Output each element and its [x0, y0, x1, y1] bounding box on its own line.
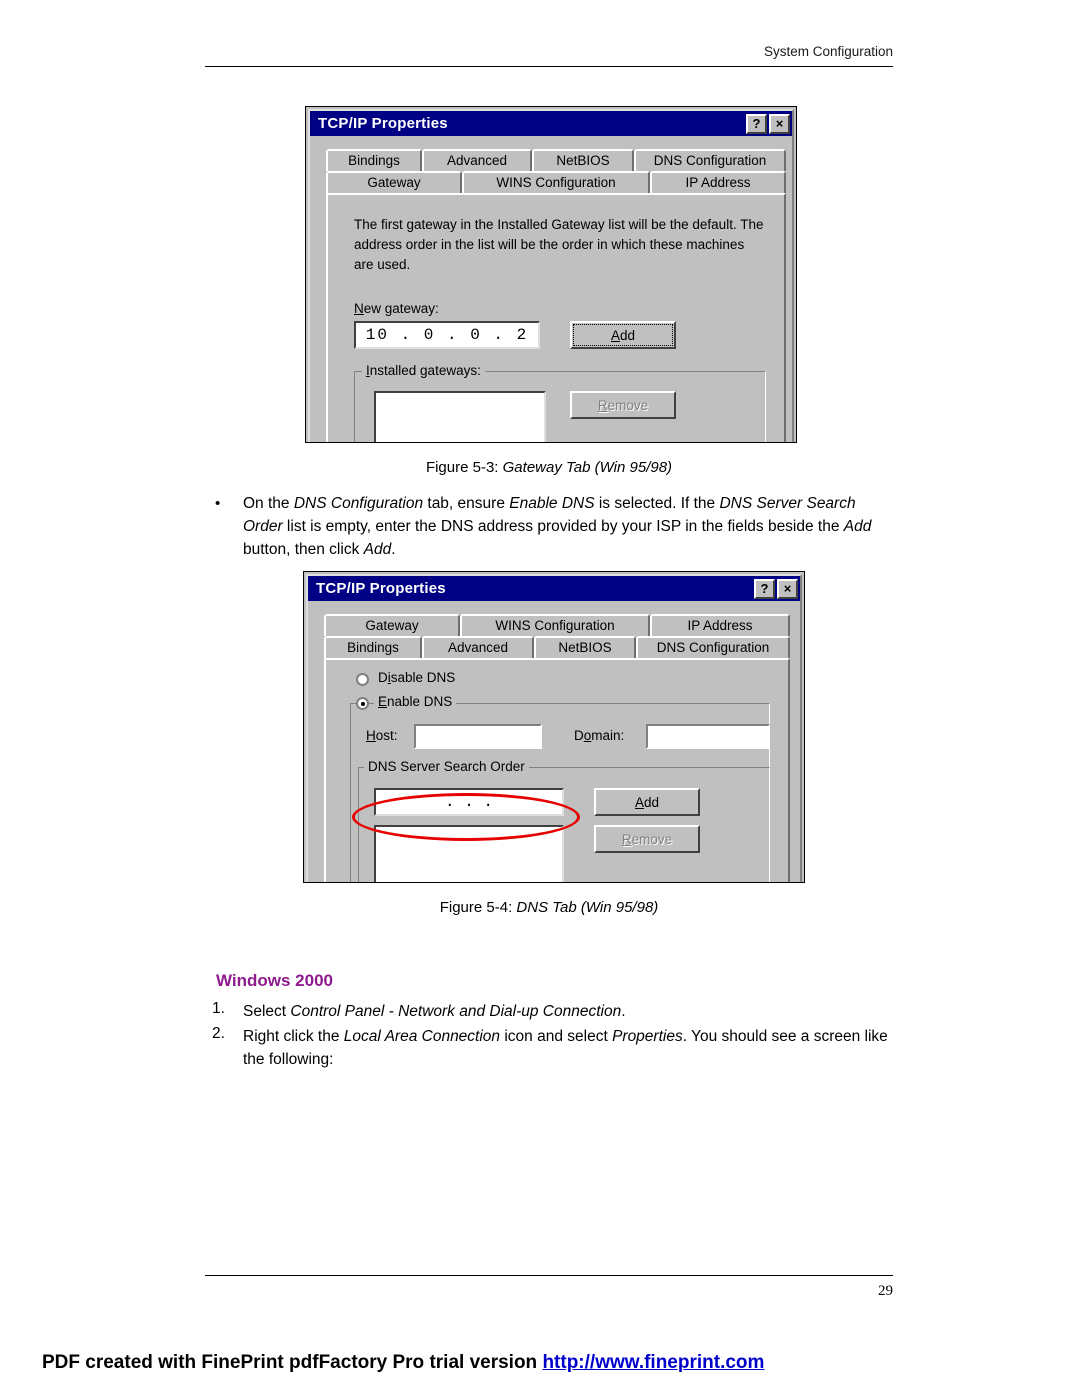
help-icon[interactable]: ?	[746, 113, 767, 134]
step-2-marker: 2.	[212, 1025, 225, 1042]
figure-2-caption-title: DNS Tab (Win 95/98)	[516, 899, 659, 916]
help-icon[interactable]: ?	[754, 578, 775, 599]
tab-dns-configuration[interactable]: DNS Configuration	[634, 149, 786, 171]
remove-dns-button[interactable]: Remove	[594, 825, 700, 853]
enable-dns-label: Enable DNS	[374, 694, 457, 709]
page-header-title: System Configuration	[763, 44, 893, 59]
figure-1-caption: Figure 5-3: Gateway Tab (Win 95/98)	[205, 459, 893, 476]
add-dns-button[interactable]: Add	[594, 788, 700, 816]
dialog-titlebar[interactable]: TCP/IP Properties ? ×	[310, 111, 792, 136]
footer-divider	[205, 1275, 893, 1276]
disable-dns-label: Disable DNS	[378, 670, 456, 685]
tcpip-properties-gateway-dialog: TCP/IP Properties ? × Bindings Advanced …	[305, 106, 797, 443]
new-gateway-input[interactable]: 10 . 0 . 0 . 2	[354, 321, 540, 349]
dns-search-order-label: DNS Server Search Order	[364, 759, 529, 774]
new-gateway-label: New gateway:	[354, 301, 439, 316]
page-number: 29	[878, 1283, 893, 1299]
domain-label: Domain:	[574, 728, 625, 743]
tab-wins-configuration[interactable]: WINS Configuration	[460, 614, 650, 636]
tab-bindings[interactable]: Bindings	[324, 636, 422, 658]
tab-wins-configuration[interactable]: WINS Configuration	[462, 171, 650, 193]
tab-gateway[interactable]: Gateway	[324, 614, 460, 636]
dialog-title: TCP/IP Properties	[316, 580, 446, 597]
dns-configuration-tab-panel: Disable DNS Enable DNS Host: Domain: DNS…	[324, 658, 790, 882]
fineprint-url-link[interactable]: http://www.fineprint.com	[542, 1352, 764, 1373]
enable-dns-radio[interactable]	[356, 697, 369, 710]
close-icon[interactable]: ×	[769, 113, 790, 134]
tab-advanced[interactable]: Advanced	[422, 636, 534, 658]
disable-dns-radio[interactable]	[356, 673, 369, 686]
bullet-paragraph: On the DNS Configuration tab, ensure Ena…	[243, 495, 872, 558]
bullet-marker: •	[215, 495, 221, 512]
dialog-titlebar[interactable]: TCP/IP Properties ? ×	[308, 576, 800, 601]
figure-1-caption-prefix: Figure 5-3:	[425, 459, 503, 476]
tab-advanced[interactable]: Advanced	[422, 149, 532, 171]
step-1-text: Select Control Panel - Network and Dial-…	[243, 1003, 626, 1020]
dns-server-listbox[interactable]	[374, 825, 564, 882]
header-divider	[205, 66, 893, 67]
fineprint-watermark: PDF created with FinePrint pdfFactory Pr…	[42, 1352, 764, 1374]
tab-bindings[interactable]: Bindings	[326, 149, 422, 171]
tab-dns-configuration[interactable]: DNS Configuration	[636, 636, 790, 658]
installed-gateways-listbox[interactable]	[374, 391, 546, 442]
domain-input[interactable]	[646, 724, 770, 749]
installed-gateways-label: Installed gateways:	[362, 363, 485, 378]
step-2-text: Right click the Local Area Connection ic…	[243, 1028, 888, 1068]
tab-ip-address[interactable]: IP Address	[650, 614, 790, 636]
tab-netbios[interactable]: NetBIOS	[532, 149, 634, 171]
tab-netbios[interactable]: NetBIOS	[534, 636, 636, 658]
host-label: Host:	[366, 728, 398, 743]
tcpip-properties-dns-dialog: TCP/IP Properties ? × Gateway WINS Confi…	[303, 571, 805, 883]
tab-gateway[interactable]: Gateway	[326, 171, 462, 193]
fineprint-text: PDF created with FinePrint pdfFactory Pr…	[42, 1352, 543, 1373]
figure-1-caption-title: Gateway Tab (Win 95/98)	[502, 459, 673, 476]
gateway-description: The first gateway in the Installed Gatew…	[354, 217, 764, 272]
figure-2-caption-prefix: Figure 5-4:	[439, 899, 517, 916]
close-icon[interactable]: ×	[777, 578, 798, 599]
tab-ip-address[interactable]: IP Address	[650, 171, 786, 193]
windows-2000-heading: Windows 2000	[216, 971, 333, 990]
figure-2-caption: Figure 5-4: DNS Tab (Win 95/98)	[205, 899, 893, 916]
step-1-marker: 1.	[212, 1000, 225, 1017]
add-gateway-button[interactable]: Add	[570, 321, 676, 349]
dialog-title: TCP/IP Properties	[318, 115, 448, 132]
remove-gateway-button[interactable]: Remove	[570, 391, 676, 419]
host-input[interactable]	[414, 724, 542, 749]
gateway-tab-panel: The first gateway in the Installed Gatew…	[326, 193, 786, 442]
dns-server-input[interactable]: . . .	[374, 788, 564, 816]
